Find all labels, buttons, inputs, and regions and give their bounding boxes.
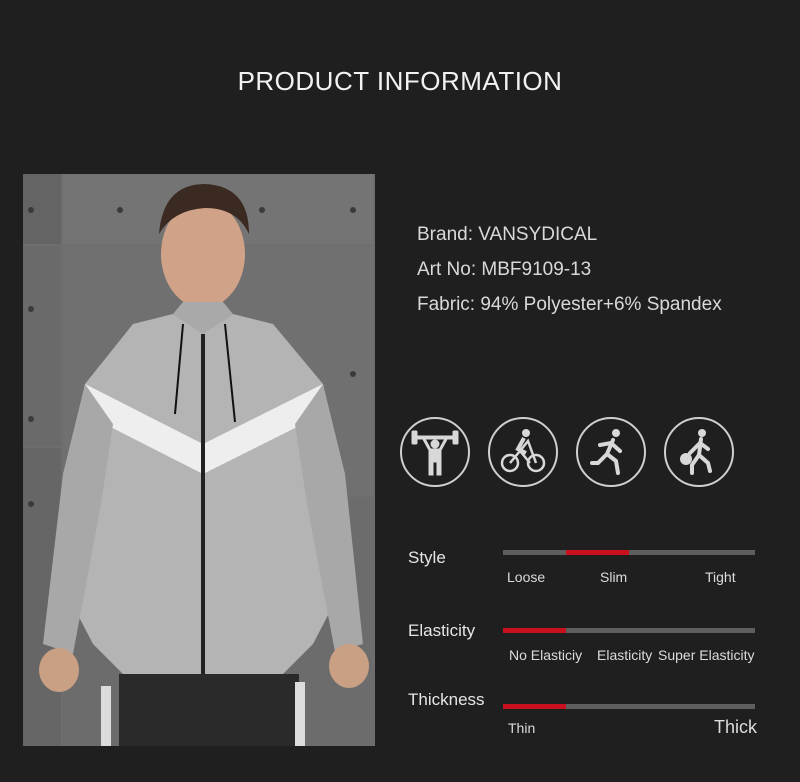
product-photo <box>23 174 375 746</box>
thickness-level <box>503 704 566 709</box>
elasticity-option-super: Super Elasticity <box>658 647 755 663</box>
style-option-tight: Tight <box>705 569 736 585</box>
style-option-slim: Slim <box>600 569 628 585</box>
weightlifting-icon <box>400 417 470 487</box>
thickness-scale <box>503 704 755 709</box>
elasticity-scale <box>503 628 755 633</box>
cycling-icon <box>488 417 558 487</box>
thickness-option-thin: Thin <box>508 720 536 736</box>
thickness-option-thick: Thick <box>714 717 758 737</box>
page-title: PRODUCT INFORMATION <box>237 66 563 96</box>
elasticity-option-none: No Elasticiy <box>509 647 583 663</box>
brand-text: Brand: VANSYDICAL <box>417 224 598 245</box>
style-label: Style <box>408 548 446 567</box>
running-icon <box>576 417 646 487</box>
elasticity-level <box>503 628 566 633</box>
style-level <box>566 550 629 555</box>
fabric-text: Fabric: 94% Polyester+6% Spandex <box>417 294 722 315</box>
style-option-loose: Loose <box>507 569 546 585</box>
basketball-icon <box>664 417 734 487</box>
elasticity-label: Elasticity <box>408 621 476 640</box>
art-no-text: Art No: MBF9109-13 <box>417 259 592 280</box>
thickness-label: Thickness <box>408 690 485 709</box>
style-scale <box>503 550 755 555</box>
activity-icons <box>400 417 740 493</box>
elasticity-option-elasticity: Elasticity <box>597 647 653 663</box>
product-info: Brand: VANSYDICAL Art No: MBF9109-13 Fab… <box>417 221 722 326</box>
